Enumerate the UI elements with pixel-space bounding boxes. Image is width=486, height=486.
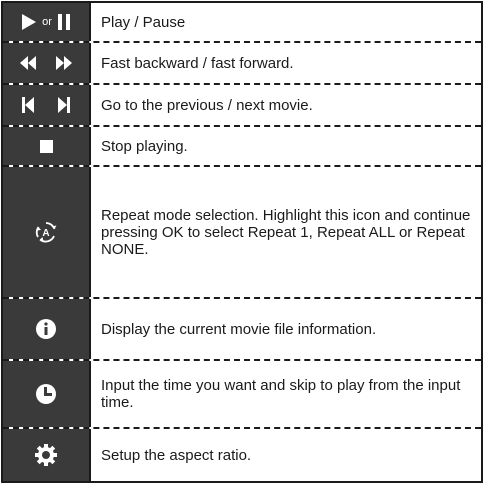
row-description: Fast backward / fast forward. — [101, 54, 294, 72]
pause-icon — [57, 14, 70, 30]
icon-cell — [3, 299, 91, 359]
svg-text:A: A — [42, 228, 49, 239]
gear-icon — [35, 444, 57, 466]
table-row: A Repeat mode selection. Highlight this … — [3, 167, 481, 297]
icon-cell — [3, 43, 91, 83]
row-description: Setup the aspect ratio. — [101, 446, 252, 464]
info-icon — [36, 319, 56, 339]
row-description: Input the time you want and skip to play… — [101, 377, 461, 411]
repeat-mode-icon: A — [35, 222, 57, 243]
icon-cell — [3, 429, 91, 481]
stop-icon — [39, 139, 53, 153]
play-icon — [22, 14, 37, 30]
row-description: Stop playing. — [101, 137, 188, 155]
table-row: Display the current movie file informati… — [3, 299, 481, 359]
table-row: Go to the previous / next movie. — [3, 85, 481, 125]
or-label: or — [42, 16, 52, 28]
row-description: Repeat mode selection. Highlight this ic… — [101, 206, 471, 258]
clock-icon — [36, 384, 56, 404]
icon-cell — [3, 85, 91, 125]
row-description: Go to the previous / next movie. — [101, 96, 313, 114]
icon-cell: or — [3, 3, 91, 41]
previous-icon — [22, 97, 34, 113]
fast-forward-icon — [56, 56, 72, 70]
icon-cell — [3, 127, 91, 165]
fast-backward-icon — [20, 56, 36, 70]
controls-table: or Play / Pause Fast backward / fast for… — [1, 1, 483, 483]
table-row: Setup the aspect ratio. — [3, 429, 481, 481]
icon-cell — [3, 361, 91, 427]
next-icon — [58, 97, 70, 113]
row-description: Play / Pause — [101, 13, 186, 31]
row-description: Display the current movie file informati… — [101, 320, 377, 338]
table-row: Fast backward / fast forward. — [3, 43, 481, 83]
icon-cell: A — [3, 167, 91, 297]
table-row: or Play / Pause — [3, 3, 481, 41]
table-row: Stop playing. — [3, 127, 481, 165]
table-row: Input the time you want and skip to play… — [3, 361, 481, 427]
